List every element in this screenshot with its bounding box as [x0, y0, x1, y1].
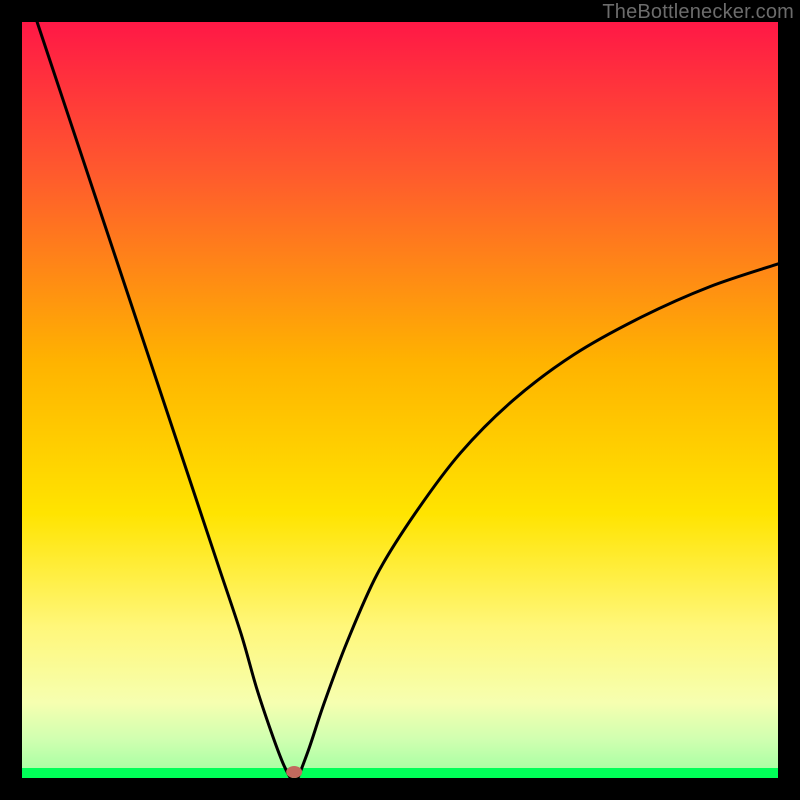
green-band: [22, 768, 778, 778]
plot-area: [22, 22, 778, 778]
chart-svg: [22, 22, 778, 778]
minimum-marker: [286, 766, 302, 778]
chart-frame: TheBottlenecker.com: [0, 0, 800, 800]
watermark-text: TheBottlenecker.com: [602, 1, 794, 24]
gradient-background: [22, 22, 778, 778]
